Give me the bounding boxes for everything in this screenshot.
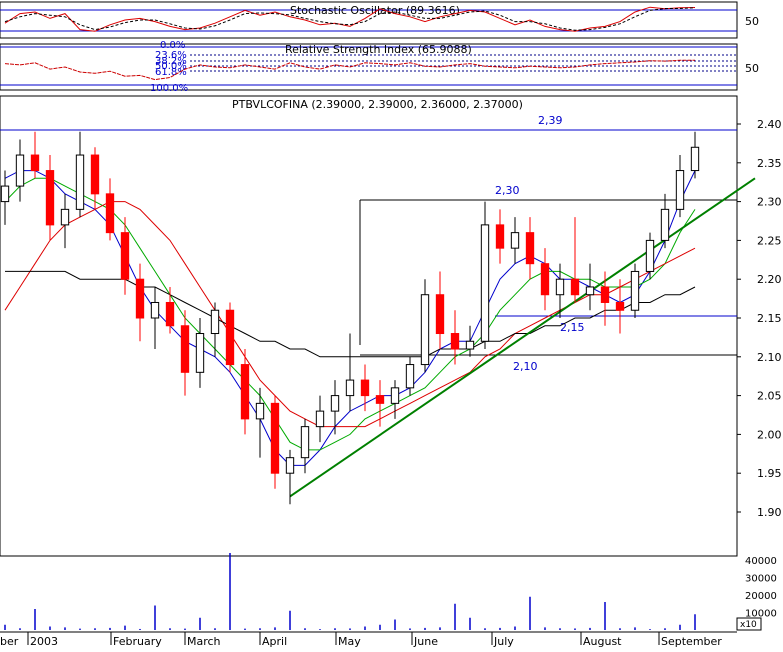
chart-canvas: Stochastic Oscillator (89.3616) 50 Relat… [0, 0, 783, 648]
candle-body-41 [615, 301, 625, 311]
candle-body-4 [60, 208, 70, 226]
price-y-label-7: 2.25 [757, 234, 782, 247]
candle-body-11 [165, 301, 175, 327]
candle-body-13 [195, 333, 205, 373]
candle-body-35 [525, 232, 535, 265]
price-y-label-5: 2.15 [757, 312, 782, 325]
candle-body-27 [405, 364, 415, 389]
candle-body-29 [435, 294, 445, 335]
volume-y-label-0: 40000 [745, 556, 777, 567]
candle-body-15 [225, 309, 235, 366]
fib-level-100: 100.0% [150, 83, 188, 94]
candle-body-17 [255, 402, 265, 420]
candle-body-1 [15, 154, 25, 187]
rsi-y-label: 50 [745, 62, 759, 75]
candle-body-25 [375, 395, 385, 404]
price-y-label-1: 1.95 [757, 467, 782, 480]
candle-body-37 [555, 278, 565, 296]
candle-body-26 [390, 387, 400, 404]
candle-body-40 [600, 286, 610, 303]
candle-body-14 [210, 309, 220, 335]
candle-body-42 [630, 270, 640, 311]
volume-multiplier: x10 [740, 620, 757, 630]
fib-level-618: 61.8% [155, 67, 187, 78]
candle-body-30 [450, 333, 460, 350]
candle-body-16 [240, 364, 250, 420]
x-label-2: February [113, 635, 162, 648]
candle-body-28 [420, 294, 430, 366]
candle-body-24 [360, 379, 370, 397]
candle-body-6 [90, 154, 100, 195]
candle-body-23 [345, 379, 355, 397]
candle-body-36 [540, 263, 550, 296]
candle-body-32 [480, 224, 490, 342]
annotation-230: 2,30 [495, 184, 520, 197]
x-label-0: ber [0, 635, 19, 648]
candle-body-8 [120, 232, 130, 280]
candle-body-18 [270, 402, 280, 474]
price-y-label-10: 2.40 [757, 118, 782, 131]
x-label-3: March [187, 635, 221, 648]
candle-body-31 [465, 340, 475, 350]
x-label-1: 2003 [30, 635, 58, 648]
price-y-label-9: 2.35 [757, 157, 782, 170]
chart-root: Stochastic Oscillator (89.3616) 50 Relat… [0, 0, 783, 648]
candle-body-19 [285, 457, 295, 474]
candle-body-5 [75, 154, 85, 210]
candle-body-46 [690, 146, 700, 172]
candle-body-2 [30, 154, 40, 172]
price-y-label-3: 2.05 [757, 390, 782, 403]
annotation-215: 2,15 [560, 321, 585, 334]
candle-body-33 [495, 224, 505, 249]
rsi-title: Relative Strength Index (65.9088) [285, 43, 472, 56]
price-y-label-4: 2.10 [757, 351, 782, 364]
stochastic-title: Stochastic Oscillator (89.3616) [290, 4, 460, 17]
candle-body-45 [675, 170, 685, 210]
candle-body-43 [645, 239, 655, 272]
price-y-label-0: 1.90 [757, 506, 782, 519]
candle-body-34 [510, 232, 520, 249]
candle-body-38 [570, 278, 580, 296]
candle-body-22 [330, 395, 340, 412]
candle-body-0 [0, 185, 10, 203]
x-label-4: April [262, 635, 287, 648]
price-y-label-6: 2.20 [757, 273, 782, 286]
candle-body-3 [45, 170, 55, 226]
candle-body-21 [315, 410, 325, 428]
x-label-5: May [338, 635, 361, 648]
stochastic-y-label: 50 [745, 15, 759, 28]
candle-body-10 [150, 301, 160, 319]
annotation-210: 2,10 [513, 360, 538, 373]
candle-body-12 [180, 325, 190, 373]
annotation-239: 2,39 [538, 114, 563, 127]
price-panel: PTBVLCOFINA (2.39000, 2.39000, 2.36000, … [0, 95, 782, 557]
rsi-panel: Relative Strength Index (65.9088) 0.0% 2… [0, 40, 759, 94]
x-label-9: September [661, 635, 722, 648]
candle-body-39 [585, 286, 595, 296]
candle-body-7 [105, 193, 115, 234]
candle-body-9 [135, 278, 145, 319]
volume-y-label-2: 20000 [745, 591, 777, 602]
x-label-6: June [413, 635, 438, 648]
candle-body-20 [300, 426, 310, 459]
x-label-7: July [493, 635, 514, 648]
stochastic-panel: Stochastic Oscillator (89.3616) 50 [0, 1, 759, 39]
price-title: PTBVLCOFINA (2.39000, 2.39000, 2.36000, … [232, 98, 523, 111]
x-label-8: August [583, 635, 622, 648]
candle-body-44 [660, 208, 670, 241]
price-y-label-8: 2.30 [757, 196, 782, 209]
price-y-label-2: 2.00 [757, 428, 782, 441]
volume-y-label-1: 30000 [745, 574, 777, 585]
